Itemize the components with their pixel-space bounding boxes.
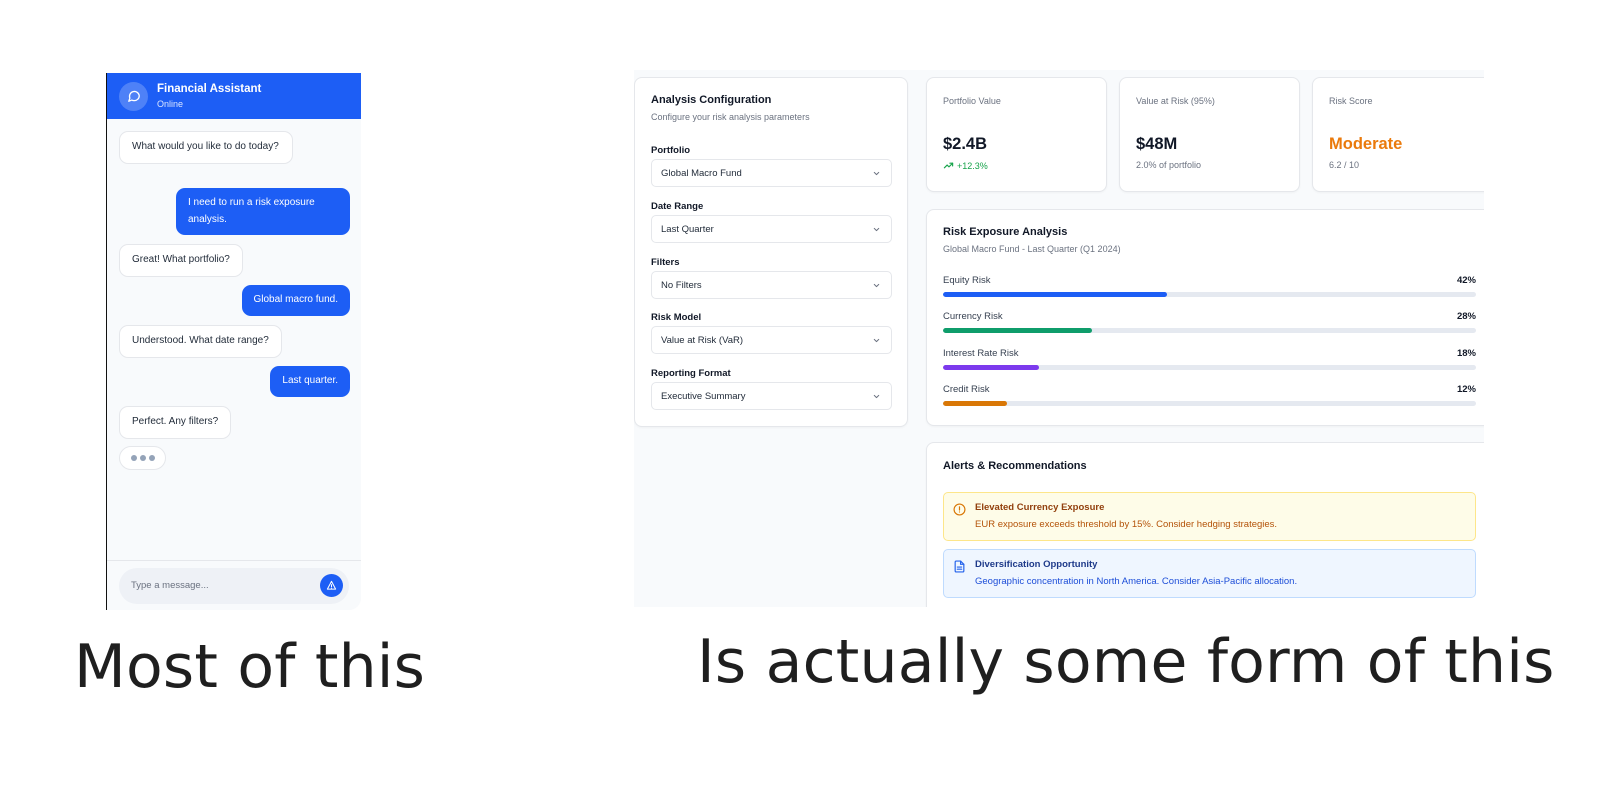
- typing-dot: [148, 455, 155, 461]
- trending-up-icon: [943, 162, 954, 169]
- chat-title: Financial Assistant: [157, 83, 262, 96]
- chat-message-user: Last quarter.: [270, 366, 350, 397]
- portfolio-select[interactable]: Global Macro Fund: [651, 159, 892, 187]
- risk-bar-fill: [943, 365, 1039, 370]
- risk-model-select[interactable]: Value at Risk (VaR): [651, 326, 892, 354]
- chat-footer: [107, 560, 361, 610]
- caption-right: Is actually some form of this: [697, 627, 1555, 697]
- risk-exposure-title: Risk Exposure Analysis: [943, 226, 1068, 238]
- alert-circle-icon: [953, 503, 966, 521]
- date-range-value: Last Quarter: [661, 223, 714, 235]
- send-button[interactable]: [320, 574, 343, 597]
- portfolio-value: Global Macro Fund: [661, 167, 742, 179]
- risk-model-value: Value at Risk (VaR): [661, 334, 744, 346]
- chevron-down-icon: [873, 227, 880, 231]
- risk-bar-track: [943, 328, 1476, 333]
- reporting-format-value: Executive Summary: [661, 390, 746, 402]
- alerts-card: Alerts & Recommendations Elevated Curren…: [926, 442, 1484, 607]
- stat-note-text: 6.2 / 10: [1329, 160, 1360, 170]
- analysis-config-card: Analysis Configuration Configure your ri…: [634, 77, 908, 427]
- reporting-format-label: Reporting Format: [651, 368, 731, 379]
- risk-bar-label: Equity Risk: [943, 275, 991, 286]
- chat-status: Online: [157, 98, 184, 109]
- stat-value: Moderate: [1329, 135, 1403, 153]
- message-input-wrapper: [119, 567, 349, 604]
- stat-label: Risk Score: [1329, 96, 1373, 106]
- typing-dot: [130, 455, 137, 461]
- reporting-format-select[interactable]: Executive Summary: [651, 382, 892, 410]
- risk-bar-fill: [943, 292, 1167, 297]
- portfolio-label: Portfolio: [651, 145, 691, 156]
- alert-item[interactable]: Diversification Opportunity Geographic c…: [943, 549, 1476, 598]
- date-range-label: Date Range: [651, 201, 704, 212]
- chevron-down-icon: [873, 394, 880, 398]
- filters-select[interactable]: No Filters: [651, 271, 892, 299]
- alerts-title: Alerts & Recommendations: [943, 460, 1087, 472]
- stat-value: $48M: [1136, 135, 1178, 153]
- chevron-down-icon: [873, 283, 880, 287]
- filters-value: No Filters: [661, 279, 702, 291]
- risk-bar-percent: 28%: [1456, 311, 1476, 322]
- alert-title: Elevated Currency Exposure: [975, 502, 1105, 513]
- risk-bar-label: Currency Risk: [943, 311, 1003, 322]
- chat-header: Financial Assistant Online: [107, 73, 361, 119]
- chat-message-user: I need to run a risk exposure analysis.: [176, 188, 350, 235]
- filters-label: Filters: [651, 257, 680, 268]
- portfolio-value-card: Portfolio Value $2.4B +12.3%: [926, 77, 1107, 192]
- typing-indicator: [119, 446, 166, 470]
- message-input[interactable]: [131, 580, 301, 591]
- chat-message-bot: What would you like to do today?: [119, 131, 293, 164]
- risk-bar-row: Currency Risk 28%: [943, 311, 1476, 333]
- risk-bar-row: Interest Rate Risk 18%: [943, 348, 1476, 370]
- risk-bar-fill: [943, 328, 1093, 333]
- stat-note: 2.0% of portfolio: [1136, 160, 1283, 170]
- alert-text: Geographic concentration in North Americ…: [975, 576, 1298, 587]
- stat-value: $2.4B: [943, 135, 988, 153]
- stat-note-text: +12.3%: [957, 160, 988, 171]
- chat-message-bot: Great! What portfolio?: [119, 244, 243, 277]
- risk-bar-track: [943, 401, 1476, 406]
- risk-bar-label: Interest Rate Risk: [943, 348, 1019, 359]
- stat-note: +12.3%: [943, 160, 1090, 171]
- risk-bar-track: [943, 365, 1476, 370]
- chat-message-user: Global macro fund.: [241, 285, 350, 316]
- risk-exposure-card: Risk Exposure Analysis Global Macro Fund…: [926, 209, 1484, 426]
- chevron-down-icon: [873, 171, 880, 175]
- stat-label: Value at Risk (95%): [1136, 96, 1215, 106]
- risk-bar-fill: [943, 401, 1007, 406]
- risk-exposure-subtitle: Global Macro Fund - Last Quarter (Q1 202…: [943, 244, 1121, 254]
- alert-title: Diversification Opportunity: [975, 559, 1098, 570]
- risk-bar-percent: 12%: [1456, 384, 1476, 395]
- risk-bar-percent: 42%: [1456, 275, 1476, 286]
- send-icon: [326, 580, 337, 590]
- risk-bar-row: Credit Risk 12%: [943, 384, 1476, 406]
- chat-message-bot: Perfect. Any filters?: [119, 406, 232, 439]
- chat-message-bot: Understood. What date range?: [119, 325, 282, 358]
- typing-dot: [139, 455, 146, 461]
- chat-window: Financial Assistant Online What would yo…: [106, 73, 361, 610]
- alert-item[interactable]: Elevated Currency Exposure EUR exposure …: [943, 492, 1476, 541]
- stat-note-text: 2.0% of portfolio: [1136, 160, 1202, 170]
- config-subtitle: Configure your risk analysis parameters: [651, 112, 810, 122]
- risk-bar-row: Equity Risk 42%: [943, 275, 1476, 297]
- risk-bar-percent: 18%: [1456, 348, 1476, 359]
- caption-left: Most of this: [74, 632, 426, 702]
- chat-bubble-icon: [119, 81, 148, 111]
- value-at-risk-card: Value at Risk (95%) $48M 2.0% of portfol…: [1119, 77, 1300, 192]
- stat-note: 6.2 / 10: [1329, 160, 1476, 170]
- date-range-select[interactable]: Last Quarter: [651, 215, 892, 243]
- config-title: Analysis Configuration: [651, 94, 772, 106]
- risk-model-label: Risk Model: [651, 312, 702, 323]
- chat-messages: What would you like to do today? I need …: [107, 119, 361, 560]
- alert-text: EUR exposure exceeds threshold by 15%. C…: [975, 519, 1278, 530]
- risk-bar-label: Credit Risk: [943, 384, 990, 395]
- chevron-down-icon: [873, 338, 880, 342]
- document-icon: [953, 560, 966, 578]
- risk-dashboard: Analysis Configuration Configure your ri…: [634, 70, 1484, 607]
- stat-label: Portfolio Value: [943, 96, 1001, 106]
- risk-score-card: Risk Score Moderate 6.2 / 10: [1312, 77, 1484, 192]
- risk-bar-track: [943, 292, 1476, 297]
